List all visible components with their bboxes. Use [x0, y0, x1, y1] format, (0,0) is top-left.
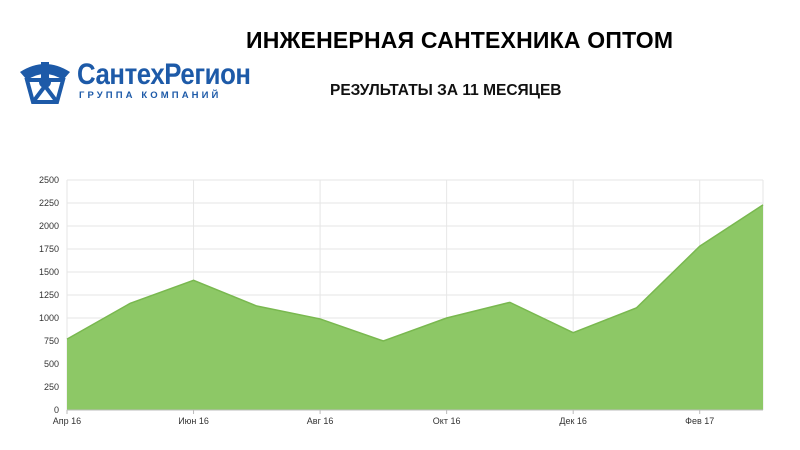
x-tick-label: Дек 16: [559, 416, 587, 426]
series-area: [67, 204, 763, 410]
y-tick-label: 2500: [39, 175, 59, 185]
x-tick-label: Июн 16: [178, 416, 209, 426]
y-tick-label: 250: [44, 382, 59, 392]
y-tick-label: 1500: [39, 267, 59, 277]
y-tick-label: 2000: [39, 221, 59, 231]
y-tick-label: 0: [54, 405, 59, 415]
y-tick-label: 500: [44, 359, 59, 369]
y-tick-label: 2250: [39, 198, 59, 208]
y-tick-label: 1000: [39, 313, 59, 323]
x-tick-label: Окт 16: [433, 416, 461, 426]
area-chart: 0 250 500 750 1000 1250 1500 1750 2000 2250 2500 Ап…: [39, 175, 764, 426]
x-tick-label: Авг 16: [307, 416, 334, 426]
y-tick-label: 1250: [39, 290, 59, 300]
x-tick-label: Фев 17: [685, 416, 714, 426]
y-tick-label: 750: [44, 336, 59, 346]
x-tick-label: Апр 16: [53, 416, 81, 426]
y-tick-label: 1750: [39, 244, 59, 254]
